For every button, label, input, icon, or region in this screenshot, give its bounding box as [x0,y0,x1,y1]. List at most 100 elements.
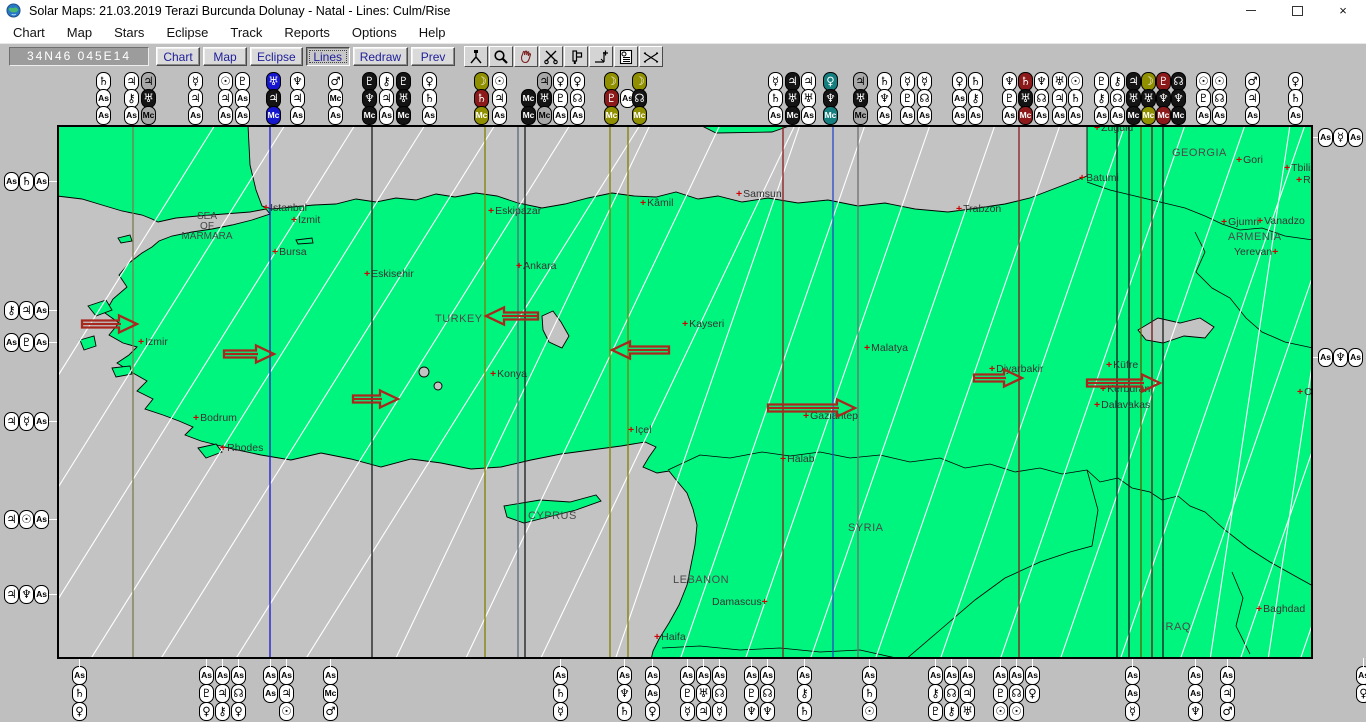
glyph-badge-as: As [1094,106,1109,125]
report-tool-button[interactable] [614,46,639,67]
city-label: +Izmit [291,214,320,226]
city-label: +Küfre [1106,359,1138,371]
menu-item-reports[interactable]: Reports [275,23,339,42]
hand-icon [520,50,532,63]
glyph-badge-as: As [968,106,983,125]
glyph-badge-as: As [34,333,49,352]
prev-button[interactable]: Prev [411,47,456,66]
maximize-button[interactable] [1274,0,1320,21]
glyph-badge-as: As [218,106,233,125]
pan-tool-button[interactable] [514,46,539,67]
glyph-badge-ju: ♃ [696,702,711,721]
line-connector [560,658,561,667]
minimize-button[interactable] [1228,0,1274,21]
fill-tool-button[interactable] [564,46,589,67]
astro-map: +Istanbul+Izmit +Bursa +Eskisehir +Eskipaza… [57,125,1313,659]
close-icon: × [1339,3,1347,18]
lake-small-1 [418,366,430,378]
glyph-badge-mc: Mc [521,106,536,125]
scissors-tool-button[interactable] [539,46,564,67]
glyph-badge-ju: ♃ [960,684,975,703]
glyph-badge-mc: Mc [1126,106,1141,125]
zoom-tool-button[interactable] [489,46,514,67]
glyph-badge-as: As [900,106,915,125]
menu-item-chart[interactable]: Chart [4,23,54,42]
glyph-badge-as: As [1034,106,1049,125]
city-label: +Kayseri [682,318,724,330]
region-label-armenia: ARMENIA [1228,231,1282,243]
line-connector [652,658,653,667]
toolbar: 34N46 045E14 Chart Map Eclipse Lines Redraw P… [0,43,1366,69]
menu-item-track[interactable]: Track [221,23,271,42]
menu-item-options[interactable]: Options [343,23,406,42]
menu-item-stars[interactable]: Stars [105,23,153,42]
glyph-badge-as: As [1052,106,1067,125]
lines-button[interactable]: Lines [305,47,350,66]
glyph-badge-as: As [862,666,877,685]
menu-bar: Chart Map Stars Eclipse Track Reports Options H… [0,21,1366,43]
line-connector [804,658,805,667]
line-connector [1363,658,1364,667]
menu-item-eclipse[interactable]: Eclipse [157,23,217,42]
glyph-badge-as: As [1025,666,1040,685]
glyph-badge-as: As [422,106,437,125]
glyph-badge-pl: ♇ [199,684,214,703]
glyph-badge-as: As [993,666,1008,685]
city-label: +Kâmil [640,197,673,209]
measure-tool-button[interactable] [639,46,664,67]
region-label-georgia: GEORGIA [1172,147,1227,159]
glyph-badge-mc: Mc [1018,106,1033,125]
menu-item-map[interactable]: Map [58,23,101,42]
glyph-badge-mc: Mc [1171,106,1186,125]
glyph-badge-pl: ♇ [19,333,34,352]
glyph-badge-as: As [917,106,932,125]
glyph-badge-me: ☿ [712,702,727,721]
glyph-badge-ur: ♅ [696,684,711,703]
glyph-badge-as: As [1196,106,1211,125]
menu-item-help[interactable]: Help [410,23,455,42]
chart-button[interactable]: Chart [156,47,200,66]
glyph-badge-as: As [235,106,250,125]
city-label: +Dalavakas [1094,399,1150,411]
city-label: +Diyarbakir [989,363,1044,375]
glyph-badge-as: As [1110,106,1125,125]
window-title: Solar Maps: 21.03.2019 Terazi Burcunda D… [29,3,451,18]
close-button[interactable]: × [1320,0,1366,21]
glyph-badge-as: As [4,333,19,352]
city-label: +Eskipazar [488,205,542,217]
route-tool-button[interactable] [464,46,489,67]
eclipse-button[interactable]: Eclipse [250,47,303,66]
glyph-badge-as: As [1125,666,1140,685]
city-label: +Trabzon [956,203,1001,215]
line-connector [270,658,271,667]
city-label: +Halab [780,453,815,465]
line-connector [1132,658,1133,667]
point-select-tool-button[interactable] [589,46,614,67]
glyph-badge-no: ☊ [760,684,775,703]
city-label: +Bursa [272,246,307,258]
city-label: Yerevan+ [1234,246,1278,258]
glyph-badge-sa: ♄ [553,684,568,703]
glyph-badge-as: As [1009,666,1024,685]
glyph-badge-ve: ♀ [231,702,246,721]
glyph-badge-mc: Mc [823,106,838,125]
glyph-badge-as: As [1002,106,1017,125]
map-button[interactable]: Map [203,47,247,66]
route-icon [470,49,482,63]
glyph-badge-as: As [712,666,727,685]
line-connector [1032,658,1033,667]
city-label: +Baghdad [1256,603,1305,615]
city-label: +Rhodes [220,442,263,454]
redraw-button[interactable]: Redraw [352,47,409,66]
line-connector [951,658,952,667]
map-area[interactable]: +Istanbul +Izmit +Bursa +Eskisehir +Eskipaza… [57,125,1313,659]
region-label-turkey: TURKEY [435,313,483,325]
glyph-badge-as: As [645,684,660,703]
glyph-badge-as: As [797,666,812,685]
glyph-badge-as: As [199,666,214,685]
report-document-icon [619,49,633,64]
glyph-badge-me: ☿ [553,702,568,721]
glyph-badge-as: As [492,106,507,125]
city-label: +Batumi [1079,172,1119,184]
glyph-badge-no: ☊ [712,684,727,703]
